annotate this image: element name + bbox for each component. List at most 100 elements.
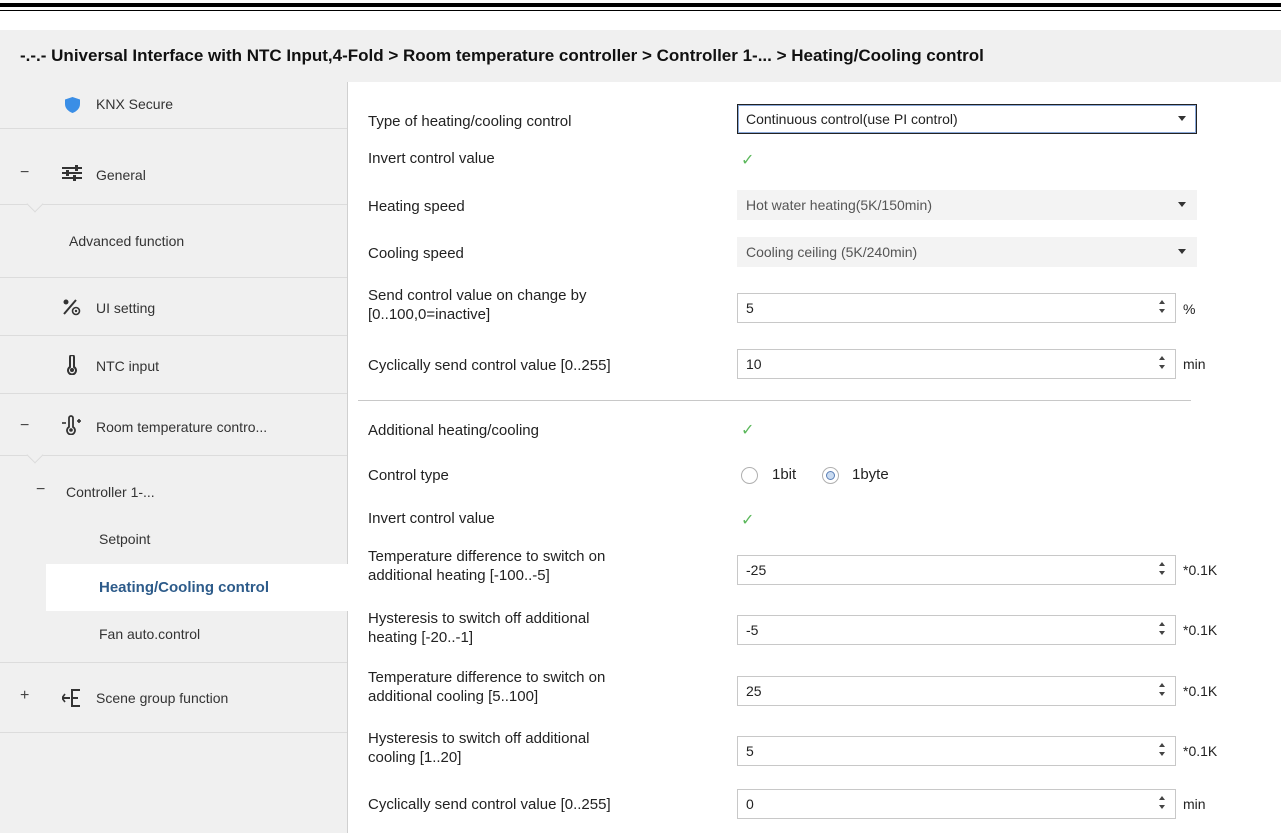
unit-label: *0.1K bbox=[1183, 562, 1218, 578]
collapse-toggle[interactable]: − bbox=[36, 481, 45, 499]
temp-diff-heating-label-1: Temperature difference to switch on bbox=[368, 548, 606, 565]
sidebar-item-label: NTC input bbox=[96, 358, 160, 374]
cooling-speed-select[interactable]: Cooling ceiling (5K/240min) bbox=[737, 237, 1197, 267]
unit-label: min bbox=[1183, 796, 1206, 812]
select-value: Hot water heating(5K/150min) bbox=[746, 197, 932, 213]
sidebar-item-label: Fan auto.control bbox=[99, 626, 201, 642]
cooling-speed-label: Cooling speed bbox=[368, 245, 464, 262]
cyclic-send-label: Cyclically send control value [0..255] bbox=[368, 357, 611, 374]
top-rule-thin bbox=[0, 10, 1281, 11]
sidebar-item-advanced-function[interactable]: Advanced function bbox=[0, 205, 347, 277]
sidebar-item-knx-secure[interactable]: KNX Secure bbox=[0, 82, 347, 128]
temp-diff-cooling-label-1: Temperature difference to switch on bbox=[368, 669, 606, 686]
radio-1byte[interactable] bbox=[822, 467, 839, 484]
spinner-icon[interactable] bbox=[1159, 356, 1167, 372]
sidebar-item-label: UI setting bbox=[96, 300, 156, 316]
cyclic-send-2-input[interactable]: 0 bbox=[737, 789, 1176, 819]
input-value: 25 bbox=[746, 683, 762, 699]
hysteresis-heating-label-1: Hysteresis to switch off additional bbox=[368, 610, 590, 627]
hysteresis-heating-label-2: heating [-20..-1] bbox=[368, 629, 474, 646]
invert-control-value-checkbox[interactable]: ✓ bbox=[741, 150, 754, 170]
invert-control-value-label: Invert control value bbox=[368, 150, 495, 167]
thermostat-icon bbox=[62, 415, 82, 438]
temp-diff-cooling-input[interactable]: 25 bbox=[737, 676, 1176, 706]
collapse-toggle[interactable]: − bbox=[20, 164, 29, 182]
unit-label: *0.1K bbox=[1183, 622, 1218, 638]
sidebar-item-label: KNX Secure bbox=[96, 96, 174, 112]
scene-icon bbox=[61, 689, 82, 710]
type-heating-cooling-select[interactable]: Continuous control(use PI control) bbox=[737, 104, 1197, 134]
spinner-icon[interactable] bbox=[1159, 562, 1167, 578]
unit-label: min bbox=[1183, 356, 1206, 372]
sidebar-item-fan-auto-control[interactable]: Fan auto.control bbox=[0, 611, 347, 659]
invert-control-value-2-label: Invert control value bbox=[368, 510, 495, 527]
sidebar-item-label: Heating/Cooling control bbox=[99, 579, 269, 596]
radio-1bit-label: 1bit bbox=[772, 466, 797, 483]
input-value: 5 bbox=[746, 743, 754, 759]
radio-1byte-label: 1byte bbox=[852, 466, 889, 483]
chevron-down-icon bbox=[1178, 249, 1186, 254]
sliders-icon bbox=[62, 165, 82, 184]
panel-divider bbox=[347, 82, 348, 833]
collapse-toggle[interactable]: − bbox=[20, 417, 29, 435]
sidebar-item-label: General bbox=[96, 167, 146, 183]
sidebar-item-label: Room temperature contro... bbox=[96, 419, 268, 435]
radio-1bit[interactable] bbox=[741, 467, 758, 484]
additional-heating-cooling-label: Additional heating/cooling bbox=[368, 422, 539, 439]
sidebar-item-room-temperature-controller[interactable]: − Room temperature contro... bbox=[0, 393, 347, 455]
chevron-down-icon bbox=[1178, 116, 1186, 121]
input-value: -5 bbox=[746, 622, 759, 638]
section-divider bbox=[358, 400, 1191, 401]
sidebar-item-label: Advanced function bbox=[69, 233, 185, 249]
sidebar-item-general[interactable]: − General bbox=[0, 128, 347, 204]
unit-label: *0.1K bbox=[1183, 683, 1218, 699]
type-heating-cooling-label: Type of heating/cooling control bbox=[368, 113, 572, 130]
spinner-icon[interactable] bbox=[1159, 796, 1167, 812]
temp-diff-heating-input[interactable]: -25 bbox=[737, 555, 1176, 585]
hysteresis-cooling-label-1: Hysteresis to switch off additional bbox=[368, 730, 590, 747]
temp-diff-heating-label-2: additional heating [-100..-5] bbox=[368, 567, 550, 584]
spinner-icon[interactable] bbox=[1159, 622, 1167, 638]
cyclic-send-input[interactable]: 10 bbox=[737, 349, 1176, 379]
hysteresis-heating-input[interactable]: -5 bbox=[737, 615, 1176, 645]
shield-icon bbox=[65, 97, 80, 116]
sidebar-item-controller-1[interactable]: − Controller 1-... bbox=[0, 456, 347, 516]
cyclic-send-2-label: Cyclically send control value [0..255] bbox=[368, 796, 611, 813]
heating-speed-select[interactable]: Hot water heating(5K/150min) bbox=[737, 190, 1197, 220]
thermometer-icon bbox=[66, 354, 78, 378]
sidebar-item-heating-cooling-control[interactable]: Heating/Cooling control bbox=[46, 564, 351, 611]
hysteresis-cooling-label-2: cooling [1..20] bbox=[368, 749, 462, 766]
sidebar-item-label: Scene group function bbox=[96, 690, 229, 706]
send-on-change-input[interactable]: 5 bbox=[737, 293, 1176, 323]
control-type-label: Control type bbox=[368, 467, 449, 484]
sidebar-item-label: Controller 1-... bbox=[66, 484, 155, 500]
hysteresis-cooling-input[interactable]: 5 bbox=[737, 736, 1176, 766]
input-value: 0 bbox=[746, 796, 754, 812]
spinner-icon[interactable] bbox=[1159, 683, 1167, 699]
select-value: Continuous control(use PI control) bbox=[746, 111, 958, 127]
unit-label: % bbox=[1183, 301, 1196, 317]
expand-toggle[interactable]: + bbox=[20, 687, 29, 705]
sidebar-item-label: Setpoint bbox=[99, 531, 151, 547]
input-value: 5 bbox=[746, 300, 754, 316]
sidebar-item-scene-group-function[interactable]: + Scene group function bbox=[0, 663, 347, 733]
input-value: 10 bbox=[746, 356, 762, 372]
send-on-change-label-1: Send control value on change by bbox=[368, 287, 587, 304]
breadcrumb: -.-.- Universal Interface with NTC Input… bbox=[0, 30, 1281, 82]
invert-control-value-2-checkbox[interactable]: ✓ bbox=[741, 510, 754, 530]
sidebar-item-setpoint[interactable]: Setpoint bbox=[0, 516, 347, 562]
additional-heating-cooling-checkbox[interactable]: ✓ bbox=[741, 420, 754, 440]
spinner-icon[interactable] bbox=[1159, 743, 1167, 759]
chevron-down-icon bbox=[1178, 202, 1186, 207]
select-value: Cooling ceiling (5K/240min) bbox=[746, 244, 918, 260]
temp-diff-cooling-label-2: additional cooling [5..100] bbox=[368, 688, 539, 705]
sidebar-item-ntc-input[interactable]: NTC input bbox=[0, 335, 347, 393]
input-value: -25 bbox=[746, 562, 767, 578]
send-on-change-label-2: [0..100,0=inactive] bbox=[368, 306, 491, 323]
unit-label: *0.1K bbox=[1183, 743, 1218, 759]
heating-speed-label: Heating speed bbox=[368, 198, 465, 215]
sidebar-separator bbox=[0, 732, 347, 733]
sidebar-item-ui-setting[interactable]: UI setting bbox=[0, 277, 347, 335]
top-rule bbox=[0, 3, 1281, 7]
spinner-icon[interactable] bbox=[1159, 300, 1167, 316]
